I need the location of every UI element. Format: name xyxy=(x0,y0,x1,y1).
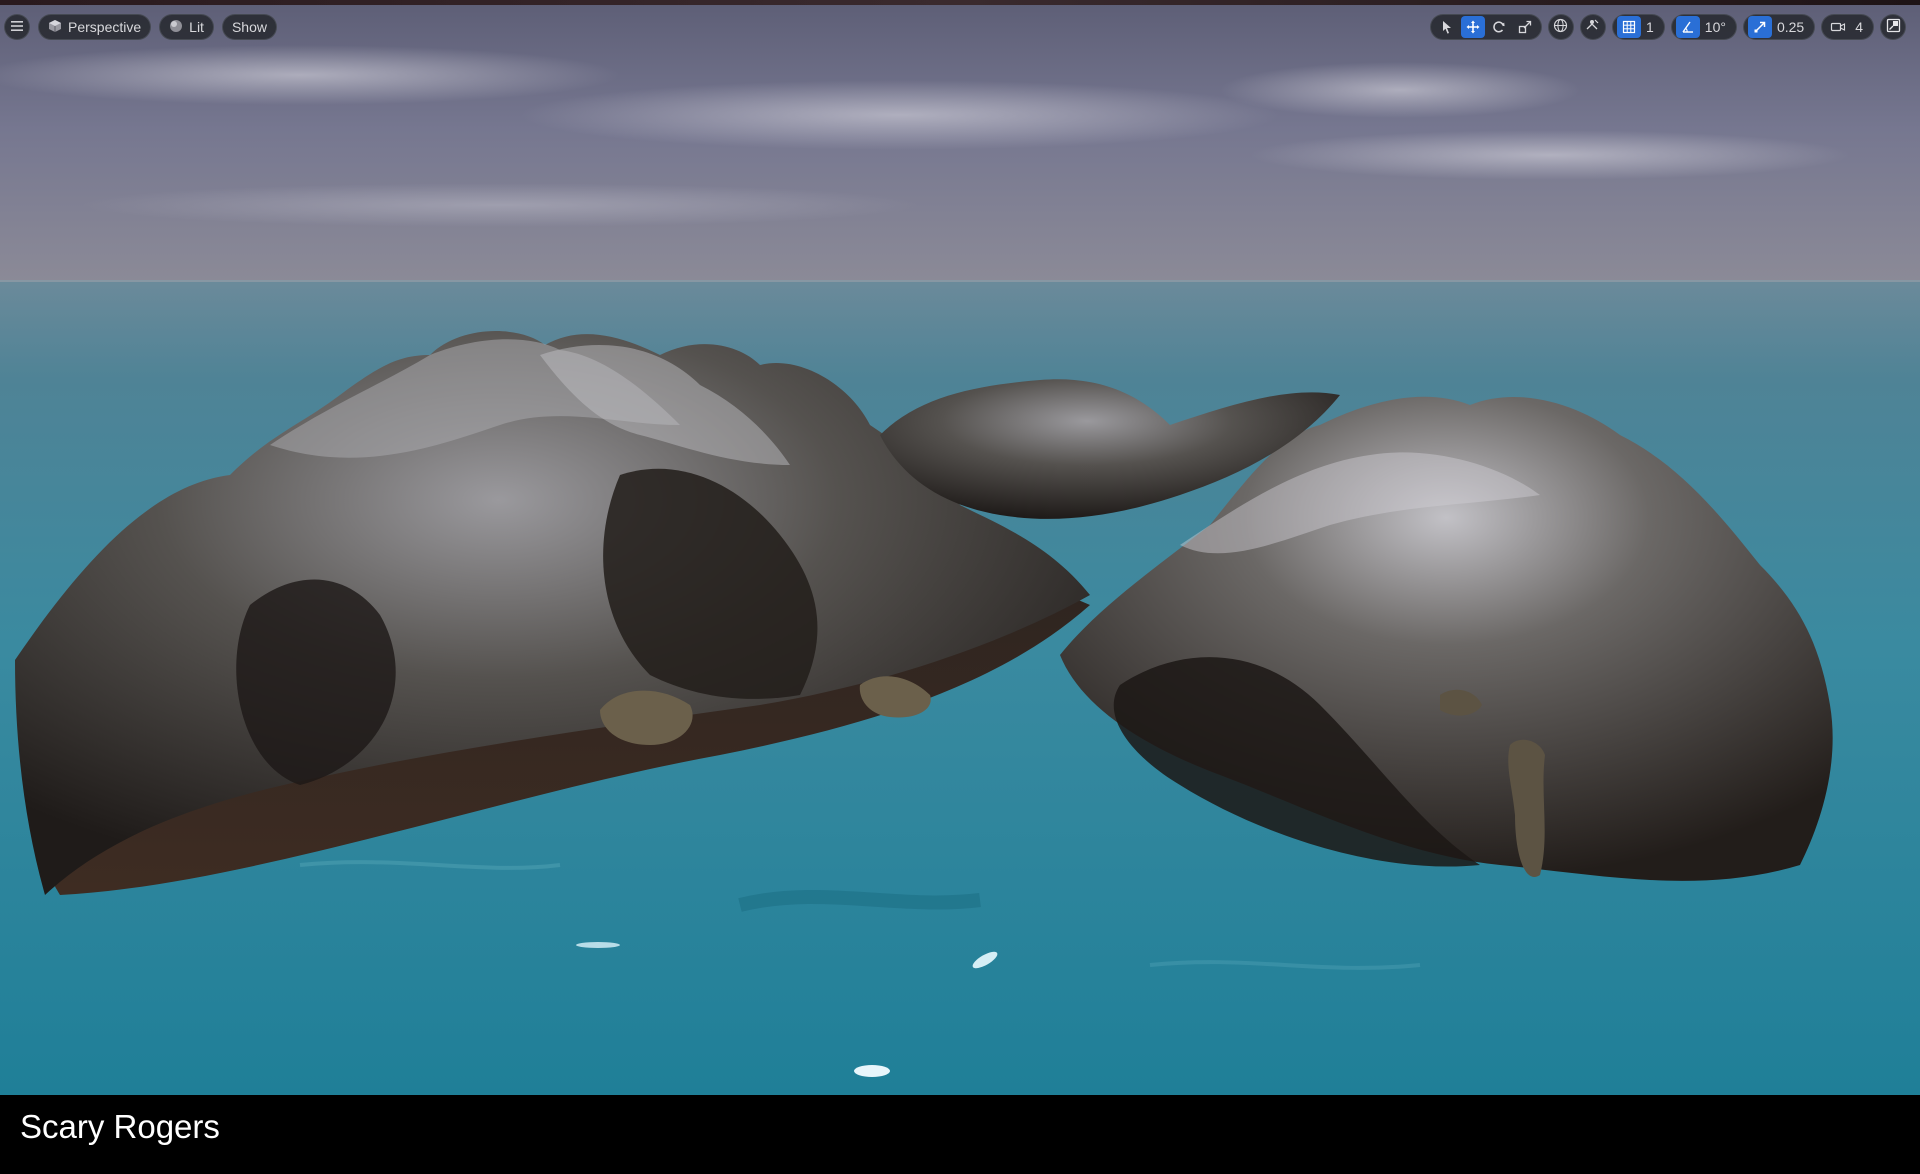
cube-icon xyxy=(48,19,62,36)
scale-tool-button[interactable] xyxy=(1513,16,1537,38)
scale-snap-group: 0.25 xyxy=(1742,14,1816,40)
lighting-mode-label: Lit xyxy=(189,19,204,35)
maximize-viewport-button[interactable] xyxy=(1880,14,1906,40)
camera-speed-group[interactable]: 4 xyxy=(1821,14,1874,40)
transform-tools-group xyxy=(1429,14,1542,40)
grid-snap-icon xyxy=(1622,20,1636,34)
camera-speed-toggle[interactable] xyxy=(1826,16,1850,38)
angle-snap-icon xyxy=(1681,20,1695,34)
surface-snap-button[interactable] xyxy=(1579,14,1606,40)
translate-tool-button[interactable] xyxy=(1460,16,1485,38)
surface-snap-icon xyxy=(1585,18,1600,36)
rotation-snap-group: 10° xyxy=(1670,14,1737,40)
viewport-toolbar-left: Perspective Lit Show xyxy=(4,14,277,40)
show-label: Show xyxy=(231,19,267,35)
grid-snap-group: 1 xyxy=(1611,14,1665,40)
grid-snap-value[interactable]: 1 xyxy=(1643,19,1660,35)
viewport-options-button[interactable] xyxy=(4,14,30,40)
sphere-icon xyxy=(169,19,183,36)
viewport-toolbar-right: 1 10° 0.25 4 xyxy=(1429,14,1906,40)
rotate-icon xyxy=(1492,20,1506,34)
rotation-snap-value[interactable]: 10° xyxy=(1702,19,1732,35)
scale-snap-value[interactable]: 0.25 xyxy=(1774,19,1810,35)
globe-icon xyxy=(1553,18,1568,36)
editor-window: Perspective Lit Show 1 10° 0.25 4 Scary … xyxy=(0,0,1920,1174)
scale-snap-icon xyxy=(1753,20,1767,34)
grid-snap-toggle[interactable] xyxy=(1616,16,1641,38)
scale-snap-toggle[interactable] xyxy=(1747,16,1772,38)
viewport-scene xyxy=(0,5,1920,1095)
select-tool-button[interactable] xyxy=(1435,16,1459,38)
scale-icon xyxy=(1518,20,1532,34)
coordinate-space-button[interactable] xyxy=(1547,14,1574,40)
camera-icon xyxy=(1830,20,1846,34)
rotation-snap-toggle[interactable] xyxy=(1675,16,1700,38)
select-arrow-icon xyxy=(1440,20,1454,34)
hamburger-menu-icon xyxy=(10,19,24,35)
camera-speed-value: 4 xyxy=(1855,19,1863,35)
level-viewport[interactable]: Perspective Lit Show 1 10° 0.25 4 xyxy=(0,5,1920,1095)
maximize-viewport-icon xyxy=(1886,18,1901,36)
view-mode-button[interactable]: Perspective xyxy=(38,14,152,40)
show-flags-button[interactable]: Show xyxy=(221,14,277,40)
translate-move-icon xyxy=(1466,20,1480,34)
caption-text: Scary Rogers xyxy=(20,1108,220,1145)
rotate-tool-button[interactable] xyxy=(1487,16,1511,38)
lighting-mode-button[interactable]: Lit xyxy=(159,14,214,40)
view-mode-label: Perspective xyxy=(68,19,142,35)
